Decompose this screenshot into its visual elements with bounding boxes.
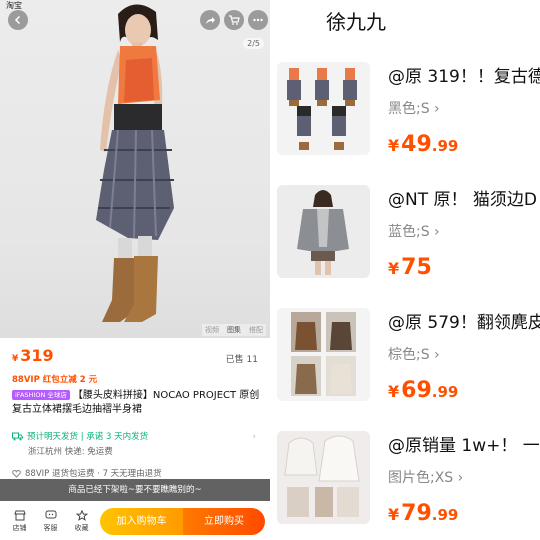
heart-icon [12,469,21,478]
ship-origin: 浙江杭州 快递: 免运费 [28,447,113,457]
product-collage-image [277,62,370,155]
list-item[interactable]: @NT 原！ 猫须边D 蓝色;S › ¥75 [270,185,540,309]
chat-icon [45,510,56,519]
more-icon [253,18,263,22]
product-title: iFASHION 全球店 【腰头皮料拼接】NOCAO PROJECT 原创复古立体… [12,389,262,417]
return-policy[interactable]: 88VIP 退货包运费 · 7 天无理由退货 [12,467,162,479]
delisted-banner: 商品已经下架啦~要不要瞧瞧别的~ [0,479,270,501]
item-spec[interactable]: 黑色;S › [388,98,440,118]
item-title: @原销量 1w+！ 一 [388,436,540,456]
tab-video[interactable]: 视频 [205,325,219,335]
item-thumbnail[interactable] [277,431,370,524]
ship-estimate: 预计明天发货 | 承诺 3 天内发货 [27,432,149,442]
price-integer: 79 [401,501,432,526]
more-button[interactable] [248,10,268,30]
item-spec[interactable]: 图片色;XS › [388,467,463,487]
price-currency: ¥ [388,382,400,401]
cart-button[interactable] [224,10,244,30]
shop-item-list-screen: 徐九九 @原 319！！复古德 黑色;S › ¥49.99 @NT 原！ 猫须边… [270,0,540,540]
store-tag: iFASHION 全球店 [12,390,70,400]
item-price: ¥75 [388,255,432,280]
list-item[interactable]: @原 319！！复古德 黑色;S › ¥49.99 [270,62,540,186]
truck-icon [12,432,23,440]
return-policy-text: 88VIP 退货包运费 · 7 天无理由退货 [25,469,162,479]
shop-label: 店铺 [12,524,27,532]
model-illustration [96,4,174,322]
product-price: ¥ 319 [12,346,54,365]
list-item[interactable]: @原销量 1w+！ 一 图片色;XS › ¥79.99 [270,431,540,540]
shop-button[interactable]: 店铺 [4,510,35,533]
share-button[interactable] [200,10,220,30]
sold-count: 已售 11 [225,355,258,365]
price-currency: ¥ [388,259,400,278]
product-jacket-image [277,185,370,278]
status-bar-text: 淘宝 [6,1,22,10]
item-price: ¥69.99 [388,378,458,403]
list-item[interactable]: @原 579！翻领麂皮 棕色;S › ¥69.99 [270,308,540,432]
price-integer: 75 [401,255,432,280]
promo-text: 88VIP 红包立减 2 元 [12,375,98,385]
price-decimal: .99 [431,383,459,401]
item-price: ¥49.99 [388,132,458,157]
product-coat-image [277,308,370,401]
star-icon [75,510,88,521]
item-price: ¥79.99 [388,501,458,526]
share-icon [206,17,215,24]
item-thumbnail[interactable] [277,185,370,278]
cart-icon [229,15,240,25]
product-hoodie-image [277,431,370,524]
item-thumbnail[interactable] [277,62,370,155]
price-currency: ¥ [388,505,400,524]
price-value: 319 [20,346,54,365]
chevron-left-icon [14,15,21,25]
price-decimal: .99 [431,506,459,524]
favorite-button[interactable]: 收藏 [66,510,97,533]
product-detail-screen: 2/5 视频 图集 搭配 淘宝 ¥ 319 已售 11 88VIP 红包立减 2… [0,0,270,540]
item-thumbnail[interactable] [277,308,370,401]
add-to-cart-button[interactable]: 加入购物车 [100,508,183,535]
media-tabs: 视频 图集 搭配 [202,324,266,336]
bottom-action-bar: 店铺 客服 收藏 加入购物车 立即购买 [0,503,270,540]
image-page-counter: 2/5 [243,38,264,49]
item-title: @原 319！！复古德 [388,67,540,87]
tab-outfit[interactable]: 搭配 [249,325,263,335]
favorite-label: 收藏 [74,524,89,532]
item-spec[interactable]: 棕色;S › [388,344,440,364]
item-spec[interactable]: 蓝色;S › [388,221,440,241]
price-integer: 69 [401,378,432,403]
price-currency: ¥ [388,136,400,155]
chevron-right-icon: › [252,432,256,442]
shipping-info[interactable]: 预计明天发货 | 承诺 3 天内发货 浙江杭州 快递: 免运费 [12,430,148,457]
back-button[interactable] [8,10,28,30]
service-button[interactable]: 客服 [35,510,66,533]
price-currency: ¥ [12,354,19,364]
service-label: 客服 [43,524,58,532]
buy-now-button[interactable]: 立即购买 [183,508,265,535]
product-photo[interactable]: 2/5 视频 图集 搭配 [0,0,270,338]
item-title: @原 579！翻领麂皮 [388,313,540,333]
tab-gallery[interactable]: 图集 [227,325,241,335]
price-integer: 49 [401,132,432,157]
item-title: @NT 原！ 猫须边D [388,190,537,210]
price-decimal: .99 [431,137,459,155]
shop-name: 徐九九 [326,10,386,34]
store-icon [13,510,26,521]
